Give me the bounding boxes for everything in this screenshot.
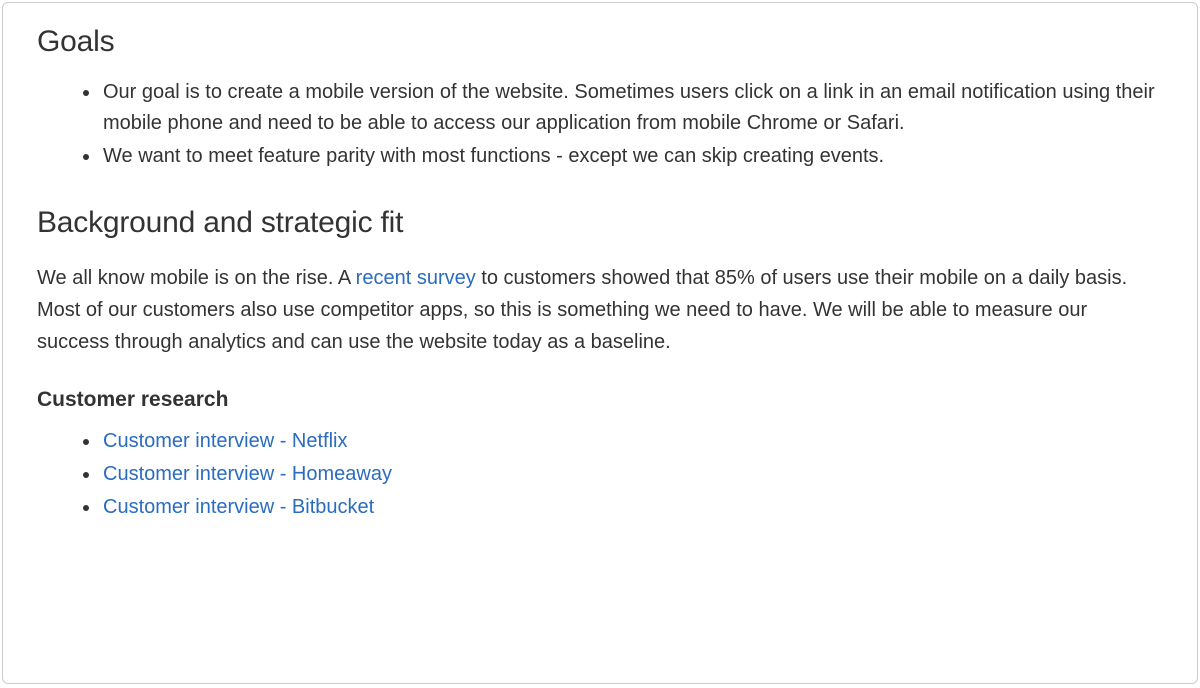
goals-heading: Goals <box>37 25 1163 59</box>
recent-survey-link[interactable]: recent survey <box>356 267 476 289</box>
list-item: Our goal is to create a mobile version o… <box>101 77 1163 139</box>
background-paragraph: We all know mobile is on the rise. A rec… <box>37 262 1163 358</box>
list-item: Customer interview - Netflix <box>101 426 1163 457</box>
goals-list: Our goal is to create a mobile version o… <box>37 77 1163 172</box>
customer-research-heading: Customer research <box>37 388 1163 412</box>
list-item: Customer interview - Homeaway <box>101 459 1163 490</box>
list-item: Customer interview - Bitbucket <box>101 492 1163 523</box>
customer-interview-netflix-link[interactable]: Customer interview - Netflix <box>103 430 348 452</box>
list-item: We want to meet feature parity with most… <box>101 141 1163 172</box>
background-heading: Background and strategic fit <box>37 206 1163 240</box>
document-container: Goals Our goal is to create a mobile ver… <box>2 2 1198 684</box>
research-list: Customer interview - Netflix Customer in… <box>37 426 1163 523</box>
paragraph-text-pre: We all know mobile is on the rise. A <box>37 267 356 289</box>
customer-interview-bitbucket-link[interactable]: Customer interview - Bitbucket <box>103 496 374 518</box>
customer-interview-homeaway-link[interactable]: Customer interview - Homeaway <box>103 463 392 485</box>
